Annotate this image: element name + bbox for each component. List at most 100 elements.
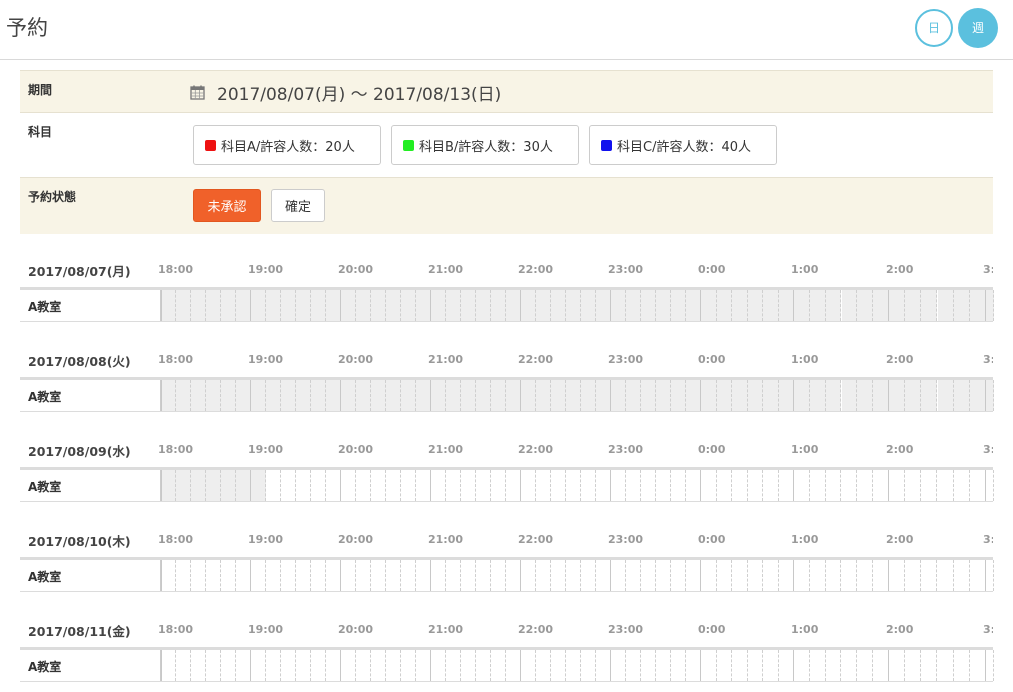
time-slot[interactable] [491,560,506,591]
time-slot[interactable] [763,560,779,591]
time-slot[interactable] [191,650,206,681]
time-slot[interactable] [191,470,206,501]
time-slot[interactable] [281,290,296,321]
subject-c-button[interactable]: 科目C/許容人数：40人 [589,125,777,165]
time-slot[interactable] [596,380,611,411]
time-slot[interactable] [566,650,581,681]
subject-a-button[interactable]: 科目A/許容人数：20人 [193,125,381,165]
time-slot[interactable] [311,470,326,501]
time-slot[interactable] [251,380,266,411]
time-slot[interactable] [671,290,686,321]
time-slot[interactable] [386,650,401,681]
confirmed-status-button[interactable]: 確定 [271,189,325,222]
time-slot[interactable] [889,290,906,321]
time-slot[interactable] [551,650,566,681]
time-slot[interactable] [732,380,748,411]
time-slot[interactable] [176,560,191,591]
time-slot[interactable] [326,560,341,591]
time-slot[interactable] [732,560,748,591]
time-slot[interactable] [491,650,506,681]
time-slot[interactable] [889,560,906,591]
time-slot[interactable] [905,380,922,411]
time-slot[interactable] [779,560,794,591]
time-slot[interactable] [921,560,938,591]
time-slot[interactable] [266,650,281,681]
time-slot[interactable] [809,380,826,411]
time-slot[interactable] [356,560,371,591]
time-slot[interactable] [905,470,922,501]
time-slot[interactable] [296,290,311,321]
time-slot[interactable] [521,380,536,411]
time-slot[interactable] [161,290,162,321]
time-slot[interactable] [641,470,656,501]
time-slot[interactable] [857,650,874,681]
time-slot[interactable] [446,290,461,321]
time-slot[interactable] [491,380,506,411]
time-slot[interactable] [236,380,251,411]
time-slot[interactable] [596,470,611,501]
time-slot[interactable] [326,290,341,321]
time-slot[interactable] [921,380,938,411]
time-slot[interactable] [206,560,221,591]
time-slot[interactable] [551,380,566,411]
time-slot[interactable] [889,380,906,411]
time-slot[interactable] [905,650,922,681]
time-slot[interactable] [476,650,491,681]
time-slot[interactable] [873,470,889,501]
time-slot[interactable] [986,560,994,591]
time-slot[interactable] [431,290,446,321]
time-slot[interactable] [371,470,386,501]
time-slot[interactable] [641,650,656,681]
time-slot[interactable] [161,650,162,681]
time-slot[interactable] [611,290,626,321]
time-slot[interactable] [581,470,596,501]
time-slot[interactable] [356,470,371,501]
time-slot[interactable] [611,650,626,681]
time-slot[interactable] [431,560,446,591]
time-slot[interactable] [701,380,717,411]
time-slot[interactable] [748,470,763,501]
time-slot[interactable] [747,290,763,321]
time-slot[interactable] [794,470,810,501]
time-slot[interactable] [356,290,371,321]
time-slot[interactable] [191,380,206,411]
time-slot[interactable] [873,380,889,411]
time-slot[interactable] [810,470,826,501]
time-slot[interactable] [161,560,162,591]
time-slot[interactable] [551,290,566,321]
time-slot[interactable] [356,650,371,681]
time-slot[interactable] [461,290,476,321]
time-slot[interactable] [841,380,858,411]
time-slot[interactable] [446,650,461,681]
period-display[interactable]: 2017/08/07(月) 〜 2017/08/13(日) [190,80,501,105]
time-slot[interactable] [701,290,717,321]
time-slot[interactable] [825,380,842,411]
time-slot[interactable] [446,380,461,411]
time-slot[interactable] [873,290,889,321]
time-slot[interactable] [671,380,686,411]
time-slot[interactable] [386,290,401,321]
time-slot[interactable] [794,560,810,591]
time-slot[interactable] [970,560,986,591]
time-slot[interactable] [281,470,296,501]
time-slot[interactable] [938,560,954,591]
time-slot[interactable] [311,560,326,591]
time-slot[interactable] [581,650,596,681]
time-slot[interactable] [536,290,551,321]
time-slot[interactable] [656,470,671,501]
time-slot[interactable] [401,380,416,411]
time-slot[interactable] [763,650,779,681]
time-slot[interactable] [431,380,446,411]
time-slot[interactable] [266,470,281,501]
time-slot[interactable] [326,650,341,681]
time-slot[interactable] [857,560,874,591]
time-slot[interactable] [763,290,779,321]
time-slot[interactable] [431,650,446,681]
time-slot[interactable] [296,380,311,411]
time-slot[interactable] [521,470,536,501]
time-slot[interactable] [326,470,341,501]
time-slot[interactable] [763,470,779,501]
time-slot[interactable] [826,470,842,501]
time-slot[interactable] [506,470,521,501]
time-slot[interactable] [401,290,416,321]
